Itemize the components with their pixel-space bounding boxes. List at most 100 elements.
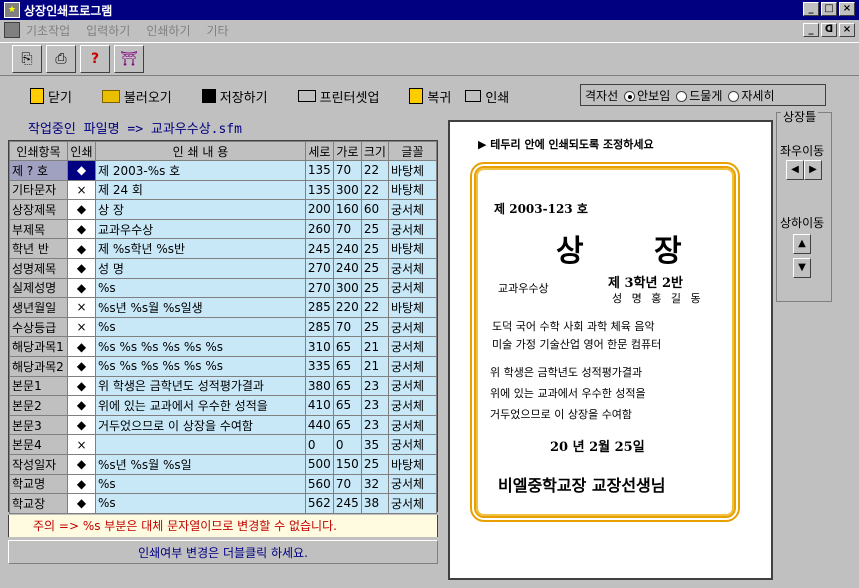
table-row[interactable]: 해당과목2 ◆ %s %s %s %s %s %s 335 65 21 궁서체 — [9, 355, 438, 377]
row-content-cell[interactable]: 제 24 회 — [94, 179, 306, 201]
gridline-hidden-radio[interactable]: 안보임 — [624, 87, 670, 104]
move-right-button[interactable]: ▶ — [804, 160, 822, 180]
col-content[interactable]: 인 쇄 내 용 — [94, 141, 306, 161]
row-print-mark[interactable]: × — [66, 316, 96, 338]
row-vertical-cell[interactable]: 410 — [304, 395, 334, 416]
row-vertical-cell[interactable]: 135 — [304, 179, 334, 201]
row-size-cell[interactable]: 21 — [360, 355, 389, 377]
row-vertical-cell[interactable]: 135 — [304, 160, 334, 181]
table-row[interactable]: 본문1 ◆ 위 학생은 금학년도 성적평가결과 380 65 23 궁서체 — [9, 375, 438, 397]
row-vertical-cell[interactable]: 260 — [304, 218, 334, 240]
row-content-cell[interactable]: %s — [94, 316, 306, 338]
row-size-cell[interactable]: 23 — [360, 375, 389, 397]
col-vertical[interactable]: 세로 — [304, 141, 334, 161]
table-row[interactable]: 실제성명 ◆ %s 270 300 25 궁서체 — [9, 277, 438, 299]
table-row[interactable]: 본문3 ◆ 거두었으므로 이 상장을 수여함 440 65 23 궁서체 — [9, 414, 438, 436]
row-vertical-cell[interactable]: 200 — [304, 199, 334, 220]
row-print-mark[interactable]: ◆ — [66, 199, 96, 220]
row-font-cell[interactable]: 궁서체 — [387, 395, 438, 416]
row-font-cell[interactable]: 궁서체 — [387, 414, 438, 436]
move-down-button[interactable]: ▼ — [793, 258, 811, 278]
row-horizontal-cell[interactable]: 245 — [332, 493, 362, 514]
move-left-button[interactable]: ◀ — [786, 160, 804, 180]
table-row[interactable]: 학교명 ◆ %s 560 70 32 궁서체 — [9, 473, 438, 495]
row-font-cell[interactable]: 궁서체 — [387, 375, 438, 397]
row-size-cell[interactable]: 25 — [360, 218, 389, 240]
row-size-cell[interactable]: 23 — [360, 395, 389, 416]
move-up-button[interactable]: ▲ — [793, 234, 811, 254]
table-row[interactable]: 제 ? 호 ◆ 제 2003-%s 호 135 70 22 바탕체 — [9, 160, 438, 181]
table-row[interactable]: 본문2 ◆ 위에 있는 교과에서 우수한 성적을 410 65 23 궁서체 — [9, 395, 438, 416]
row-print-mark[interactable]: ◆ — [66, 238, 96, 259]
row-print-mark[interactable]: ◆ — [66, 257, 96, 279]
row-horizontal-cell[interactable]: 0 — [332, 434, 362, 455]
col-horizontal[interactable]: 가로 — [332, 141, 362, 161]
row-print-mark[interactable]: ◆ — [66, 453, 96, 475]
row-print-mark[interactable]: ◆ — [66, 277, 96, 299]
row-content-cell[interactable]: 제 2003-%s 호 — [94, 160, 306, 181]
row-vertical-cell[interactable]: 270 — [304, 277, 334, 299]
row-horizontal-cell[interactable]: 70 — [332, 473, 362, 495]
gridline-detail-radio[interactable]: 자세히 — [728, 87, 775, 104]
row-horizontal-cell[interactable]: 70 — [332, 218, 362, 240]
row-print-mark[interactable]: ◆ — [66, 218, 96, 240]
row-size-cell[interactable]: 32 — [360, 473, 389, 495]
exit-icon[interactable]: ⛩ — [114, 45, 144, 73]
row-print-mark[interactable]: ◆ — [66, 160, 96, 181]
row-vertical-cell[interactable]: 285 — [304, 316, 334, 338]
row-print-mark[interactable]: ◆ — [66, 355, 96, 377]
row-vertical-cell[interactable]: 285 — [304, 297, 334, 318]
row-size-cell[interactable]: 25 — [360, 238, 389, 259]
row-size-cell[interactable]: 23 — [360, 414, 389, 436]
row-horizontal-cell[interactable]: 300 — [332, 277, 362, 299]
row-size-cell[interactable]: 22 — [360, 160, 389, 181]
row-font-cell[interactable]: 궁서체 — [387, 473, 438, 495]
table-row[interactable]: 성명제목 ◆ 성 명 270 240 25 궁서체 — [9, 257, 438, 279]
row-horizontal-cell[interactable]: 65 — [332, 414, 362, 436]
row-font-cell[interactable]: 궁서체 — [387, 199, 438, 220]
row-content-cell[interactable]: %s %s %s %s %s %s — [94, 355, 306, 377]
row-content-cell[interactable]: %s %s %s %s %s %s — [94, 336, 306, 357]
mdi-minimize-button[interactable]: _ — [803, 23, 819, 37]
row-print-mark[interactable]: ◆ — [66, 414, 96, 436]
row-vertical-cell[interactable]: 245 — [304, 238, 334, 259]
printer-icon[interactable]: ⎙ — [46, 45, 76, 73]
help-icon[interactable]: ? — [80, 45, 110, 73]
close-button[interactable]: × — [839, 2, 855, 16]
row-print-mark[interactable]: × — [66, 179, 96, 201]
row-print-mark[interactable]: × — [66, 297, 96, 318]
row-size-cell[interactable]: 38 — [360, 493, 389, 514]
row-horizontal-cell[interactable]: 150 — [332, 453, 362, 475]
row-horizontal-cell[interactable]: 65 — [332, 355, 362, 377]
row-size-cell[interactable]: 25 — [360, 257, 389, 279]
row-horizontal-cell[interactable]: 300 — [332, 179, 362, 201]
row-horizontal-cell[interactable]: 70 — [332, 160, 362, 181]
col-font[interactable]: 글꼴 — [387, 141, 438, 161]
row-print-mark[interactable]: ◆ — [66, 336, 96, 357]
minimize-button[interactable]: _ — [803, 2, 819, 16]
table-row[interactable]: 수상등급 × %s 285 70 25 궁서체 — [9, 316, 438, 338]
row-content-cell[interactable]: %s년 %s월 %s일 — [94, 453, 306, 475]
maximize-button[interactable]: □ — [821, 2, 837, 16]
row-font-cell[interactable]: 궁서체 — [387, 257, 438, 279]
row-content-cell[interactable]: 위에 있는 교과에서 우수한 성적을 — [94, 395, 306, 416]
row-font-cell[interactable]: 궁서체 — [387, 336, 438, 357]
table-row[interactable]: 본문4 × 0 0 35 궁서체 — [9, 434, 438, 455]
row-vertical-cell[interactable]: 310 — [304, 336, 334, 357]
row-content-cell[interactable]: %s — [94, 493, 306, 514]
row-horizontal-cell[interactable]: 65 — [332, 336, 362, 357]
row-vertical-cell[interactable]: 270 — [304, 257, 334, 279]
row-font-cell[interactable]: 바탕체 — [387, 453, 438, 475]
back-button[interactable]: 복귀 — [409, 87, 451, 106]
save-button[interactable]: 저장하기 — [201, 87, 268, 106]
row-content-cell[interactable]: %s — [94, 277, 306, 299]
row-font-cell[interactable]: 궁서체 — [387, 434, 438, 455]
row-print-mark[interactable]: ◆ — [66, 493, 96, 514]
row-vertical-cell[interactable]: 335 — [304, 355, 334, 377]
row-vertical-cell[interactable]: 562 — [304, 493, 334, 514]
mdi-restore-button[interactable]: ᗡ — [821, 23, 837, 37]
table-row[interactable]: 상장제목 ◆ 상 장 200 160 60 궁서체 — [9, 199, 438, 220]
row-size-cell[interactable]: 60 — [360, 199, 389, 220]
copy-icon[interactable]: ⎘ — [12, 45, 42, 73]
row-font-cell[interactable]: 궁서체 — [387, 218, 438, 240]
